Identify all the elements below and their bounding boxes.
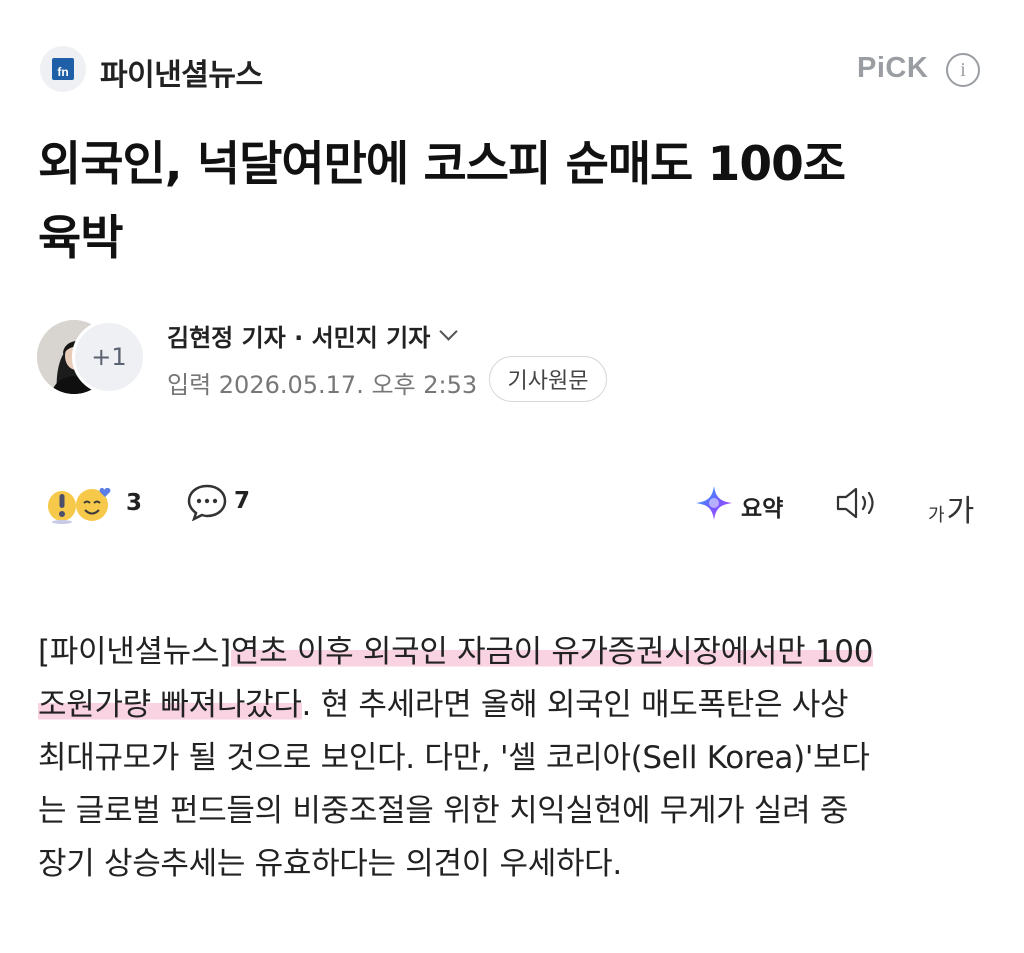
speaker-icon[interactable] <box>834 485 880 521</box>
more-reporters-badge[interactable]: +1 <box>72 320 146 394</box>
body-text-3: 는 글로벌 펀드들의 비중조절을 위한 치익실현에 무게가 실려 중 <box>38 793 849 829</box>
press-logo-mark: fn <box>52 58 74 80</box>
comment-count: 7 <box>234 488 251 514</box>
info-icon[interactable]: i <box>946 53 980 87</box>
article-headline: 외국인, 넉달여만에 코스피 순매도 100조 육박 <box>38 128 988 276</box>
reaction-count: 3 <box>126 490 143 516</box>
font-size-button[interactable]: 가 가 <box>928 486 974 530</box>
body-highlight-2: 조원가량 빠져나갔다 <box>38 687 302 723</box>
body-text-1: . 현 추세라면 올해 외국인 매도폭탄은 사상 <box>301 687 849 723</box>
reaction-icon[interactable] <box>46 484 118 524</box>
original-article-button[interactable]: 기사원문 <box>489 356 607 402</box>
reporter-names[interactable]: 김현정 기자 · 서민지 기자 <box>167 318 459 353</box>
font-size-small-label: 가 <box>928 505 945 526</box>
reporter-names-text: 김현정 기자 · 서민지 기자 <box>167 324 431 352</box>
headline-line-2: 육박 <box>38 211 123 266</box>
chevron-down-icon[interactable] <box>439 322 459 341</box>
body-highlight-1: 연초 이후 외국인 자금이 유가증권시장에서만 100 <box>230 634 874 670</box>
body-press-prefix: [파이낸셜뉴스] <box>38 634 231 670</box>
press-logo[interactable]: fn <box>40 46 86 92</box>
body-text-4: 장기 상승추세는 유효하다는 의견이 우세하다. <box>38 846 622 882</box>
font-size-large-label: 가 <box>946 494 975 529</box>
headline-line-1: 외국인, 넉달여만에 코스피 순매도 100조 <box>38 137 846 192</box>
body-text-2: 최대규모가 될 것으로 보인다. 다만, '셀 코리아(Sell Korea)'… <box>38 740 870 776</box>
comment-icon[interactable] <box>186 483 228 521</box>
press-name[interactable]: 파이낸셜뉴스 <box>100 50 263 94</box>
publish-date: 입력 2026.05.17. 오후 2:53 <box>167 371 478 399</box>
pick-badge: PiCK <box>857 52 929 84</box>
ai-summary-icon[interactable] <box>694 484 734 522</box>
summary-button-label[interactable]: 요약 <box>741 489 783 523</box>
article-body: [파이낸셜뉴스]연초 이후 외국인 자금이 유가증권시장에서만 100 조원가량… <box>38 626 996 891</box>
